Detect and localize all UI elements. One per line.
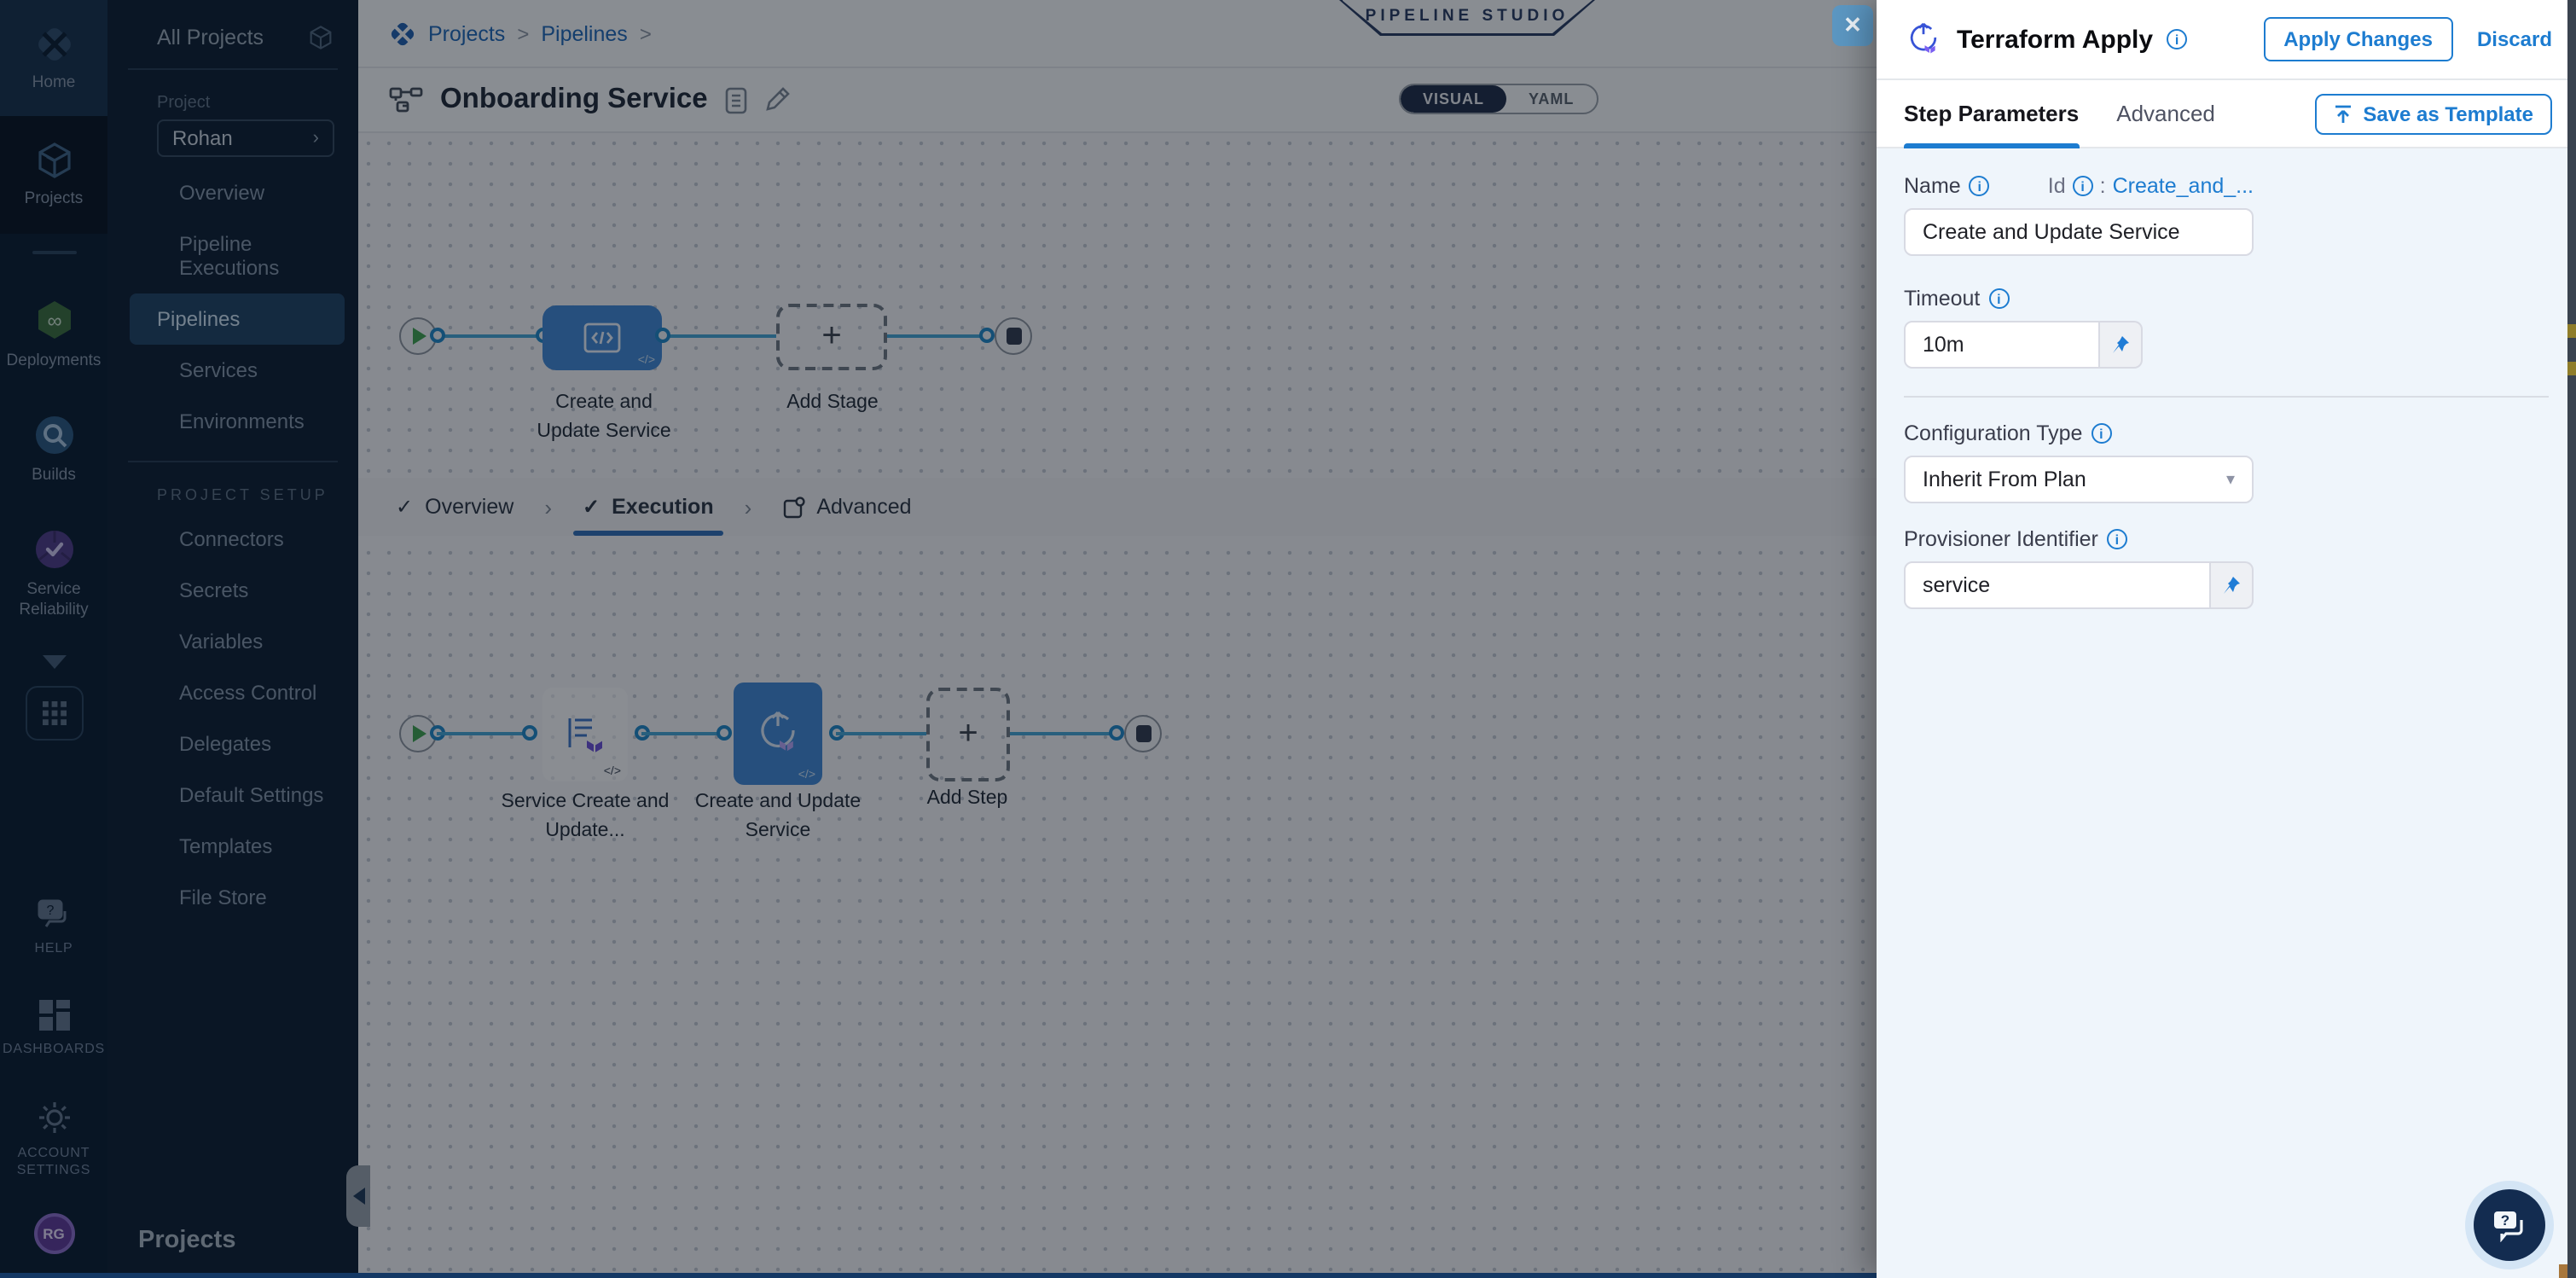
provisioner-identifier-input[interactable]	[1904, 561, 2211, 609]
modal-dim-overlay	[0, 0, 1877, 1278]
chevron-down-icon: ▾	[2226, 470, 2235, 489]
apply-changes-button[interactable]: Apply Changes	[2263, 17, 2453, 61]
pin-button[interactable]	[2211, 561, 2254, 609]
form-divider	[1904, 396, 2549, 398]
configuration-type-label: Configuration Type i	[1904, 421, 2549, 445]
info-icon[interactable]: i	[2091, 423, 2111, 444]
scrollbar-mark	[2567, 324, 2576, 338]
pushpin-icon	[2221, 575, 2242, 595]
configuration-type-select[interactable]: Inherit From Plan ▾	[1904, 456, 2254, 503]
provisioner-identifier-field	[1904, 561, 2254, 609]
svg-text:?: ?	[2501, 1212, 2509, 1229]
discard-button[interactable]: Discard	[2477, 27, 2552, 51]
drawer-tab-bar: Step Parameters Advanced Save as Templat…	[1877, 80, 2576, 148]
tab-drawer-advanced[interactable]: Advanced	[2116, 79, 2215, 148]
info-icon[interactable]: i	[2167, 29, 2187, 49]
tab-step-parameters[interactable]: Step Parameters	[1904, 79, 2079, 148]
name-input[interactable]	[1904, 208, 2254, 256]
save-as-template-button[interactable]: Save as Template	[2315, 93, 2552, 134]
pin-button[interactable]	[2100, 321, 2143, 369]
step-id-link[interactable]: Create_and_...	[2113, 174, 2254, 198]
step-parameters-form: Name i Id i : Create_and_... Timeout i	[1877, 148, 2576, 1278]
chat-question-icon: ?	[2491, 1208, 2528, 1242]
app-window: Projects > Pipelines > PIPELINE STUDIO O…	[0, 0, 2576, 1278]
timeout-label: Timeout i	[1904, 287, 2549, 311]
help-chat-fab[interactable]: ?	[2474, 1189, 2545, 1261]
drawer-title: Terraform Apply	[1957, 25, 2153, 54]
info-icon[interactable]: i	[1970, 176, 1990, 196]
drawer-header: Terraform Apply i Apply Changes Discard	[1877, 0, 2576, 80]
scrollbar-mark	[2567, 362, 2576, 375]
timeout-field	[1904, 321, 2143, 369]
info-icon[interactable]: i	[1988, 288, 2009, 309]
upload-icon	[2334, 103, 2353, 124]
timeout-input[interactable]	[1904, 321, 2100, 369]
provisioner-identifier-label: Provisioner Identifier i	[1904, 527, 2549, 551]
terraform-apply-icon	[1904, 20, 1943, 59]
step-config-drawer: Terraform Apply i Apply Changes Discard …	[1877, 0, 2576, 1278]
name-label: Name i	[1904, 174, 1990, 198]
info-icon[interactable]: i	[2107, 529, 2127, 549]
step-id: Id i : Create_and_...	[2048, 174, 2254, 198]
pushpin-icon	[2110, 334, 2131, 355]
right-edge-scrollbar[interactable]	[2567, 0, 2576, 1278]
drawer-close-button[interactable]: ✕	[1832, 5, 1873, 46]
info-icon[interactable]: i	[2073, 176, 2093, 196]
